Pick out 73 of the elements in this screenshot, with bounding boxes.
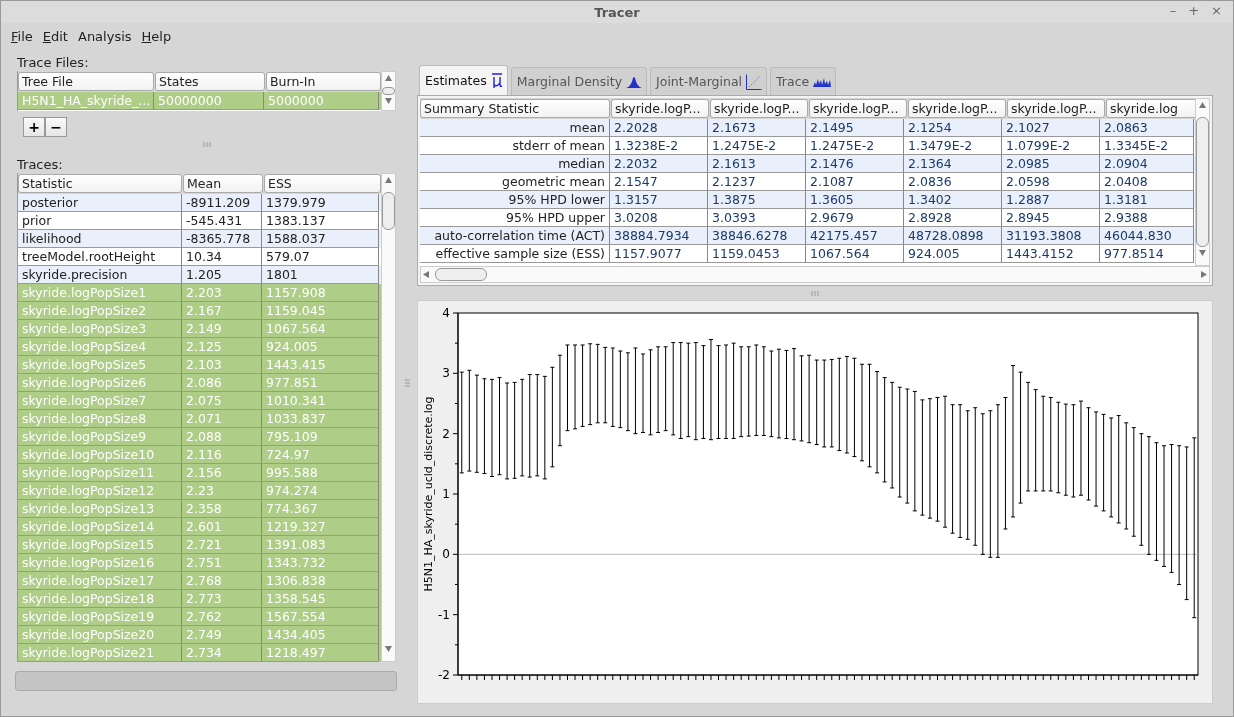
column-header[interactable]: States — [155, 72, 265, 91]
scrollbar-thumb[interactable] — [435, 268, 487, 281]
splitter-grip[interactable] — [404, 378, 410, 387]
axis-tick-label: 3 — [442, 366, 450, 381]
axis-tick-label: 0 — [442, 547, 450, 562]
window-title: Tracer — [594, 4, 640, 20]
table-row[interactable]: treeModel.rootHeight 10.34 579.07 — [18, 248, 381, 266]
menu-item[interactable]: Edit — [42, 28, 68, 44]
table-cell: 50000000 — [154, 92, 264, 110]
axis-tick-label: 2 — [442, 426, 450, 441]
column-header[interactable]: Burn-In — [266, 72, 381, 91]
table-row[interactable]: prior -545.431 1383.137 — [18, 212, 381, 230]
column-header[interactable]: skyride.logP... — [710, 99, 808, 118]
splitter-grip[interactable] — [811, 290, 819, 296]
window-control[interactable]: + — [1185, 3, 1203, 18]
density-curve-icon — [626, 75, 643, 88]
column-header[interactable]: Mean — [183, 174, 263, 193]
column-header[interactable]: skyride.logP... — [1007, 99, 1105, 118]
table-cell: effective sample size (ESS) — [420, 245, 610, 263]
table-cell: 1157.9077 — [610, 245, 708, 263]
scrollbar-thumb[interactable] — [382, 192, 395, 230]
menu-item[interactable]: File — [11, 28, 33, 44]
tab[interactable]: Joint-Marginal — [650, 67, 768, 95]
column-header[interactable]: Tree File — [18, 72, 154, 91]
tab[interactable]: Marginal Density — [510, 67, 648, 95]
scatter-plot-icon — [746, 73, 763, 90]
column-header[interactable]: skyride.log — [1106, 99, 1195, 118]
column-header[interactable]: skyride.logP... — [809, 99, 907, 118]
table-row[interactable]: posterior -8911.209 1379.979 — [18, 194, 381, 212]
mu-bar-icon — [490, 72, 503, 89]
table-cell: 2.734 — [182, 644, 262, 662]
table-cell: 1067.564 — [806, 245, 904, 263]
axis-tick-label: -2 — [438, 668, 450, 682]
table-row[interactable]: skyride.precision 1.205 1801 — [18, 266, 381, 284]
scrollbar-thumb[interactable] — [1196, 116, 1209, 248]
tab[interactable]: Trace — [770, 67, 837, 95]
scrollbar[interactable] — [420, 266, 1210, 283]
table-row[interactable]: likelihood -8365.778 1588.037 — [18, 230, 381, 248]
tab[interactable]: Estimates — [419, 65, 508, 95]
section-label: Traces: — [17, 157, 64, 173]
section-label: Trace Files: — [17, 55, 90, 71]
scrollbar-thumb[interactable] — [382, 86, 395, 96]
column-header[interactable]: Summary Statistic — [420, 99, 610, 118]
scroll-left-icon[interactable] — [423, 271, 429, 278]
axis-tick-label: -1 — [438, 607, 450, 622]
column-header[interactable]: ESS — [264, 174, 381, 193]
column-header[interactable]: Statistic — [18, 174, 182, 193]
scrollbar[interactable] — [381, 71, 396, 111]
table-cell: 977.8514 — [1100, 245, 1194, 263]
scrollbar[interactable] — [1195, 98, 1210, 266]
remove-button[interactable]: − — [45, 117, 67, 137]
table-cell: 924.005 — [904, 245, 1002, 263]
scroll-down-icon[interactable] — [385, 98, 392, 107]
column-header[interactable]: skyride.logP... — [908, 99, 1006, 118]
add-button[interactable]: + — [23, 117, 45, 137]
scroll-up-icon[interactable] — [385, 75, 392, 84]
table-cell: skyride.logPopSize21 — [18, 644, 182, 662]
table-cell: 1443.4152 — [1002, 245, 1100, 263]
axis-tick-label: 4 — [442, 306, 450, 320]
column-header[interactable]: skyride.logP... — [611, 99, 709, 118]
axis-tick-label: 1 — [442, 487, 450, 501]
table-cell: 1159.0453 — [708, 245, 806, 263]
scroll-right-icon[interactable] — [1201, 271, 1207, 278]
menu-item[interactable]: Help — [141, 28, 172, 44]
table-cell: 5000000 — [264, 92, 379, 110]
axis-title: H5N1_HA_skyride_ucld_discrete.log — [422, 396, 435, 592]
table-cell: H5N1_HA_skyride_... — [18, 92, 154, 110]
scrollbar[interactable] — [381, 173, 396, 662]
window-control[interactable]: – — [1166, 3, 1180, 18]
window-control[interactable]: × — [1208, 3, 1225, 18]
menu-item[interactable]: Analysis — [77, 28, 132, 44]
table-cell: 1218.497 — [262, 644, 379, 662]
splitter-grip[interactable] — [203, 141, 211, 147]
